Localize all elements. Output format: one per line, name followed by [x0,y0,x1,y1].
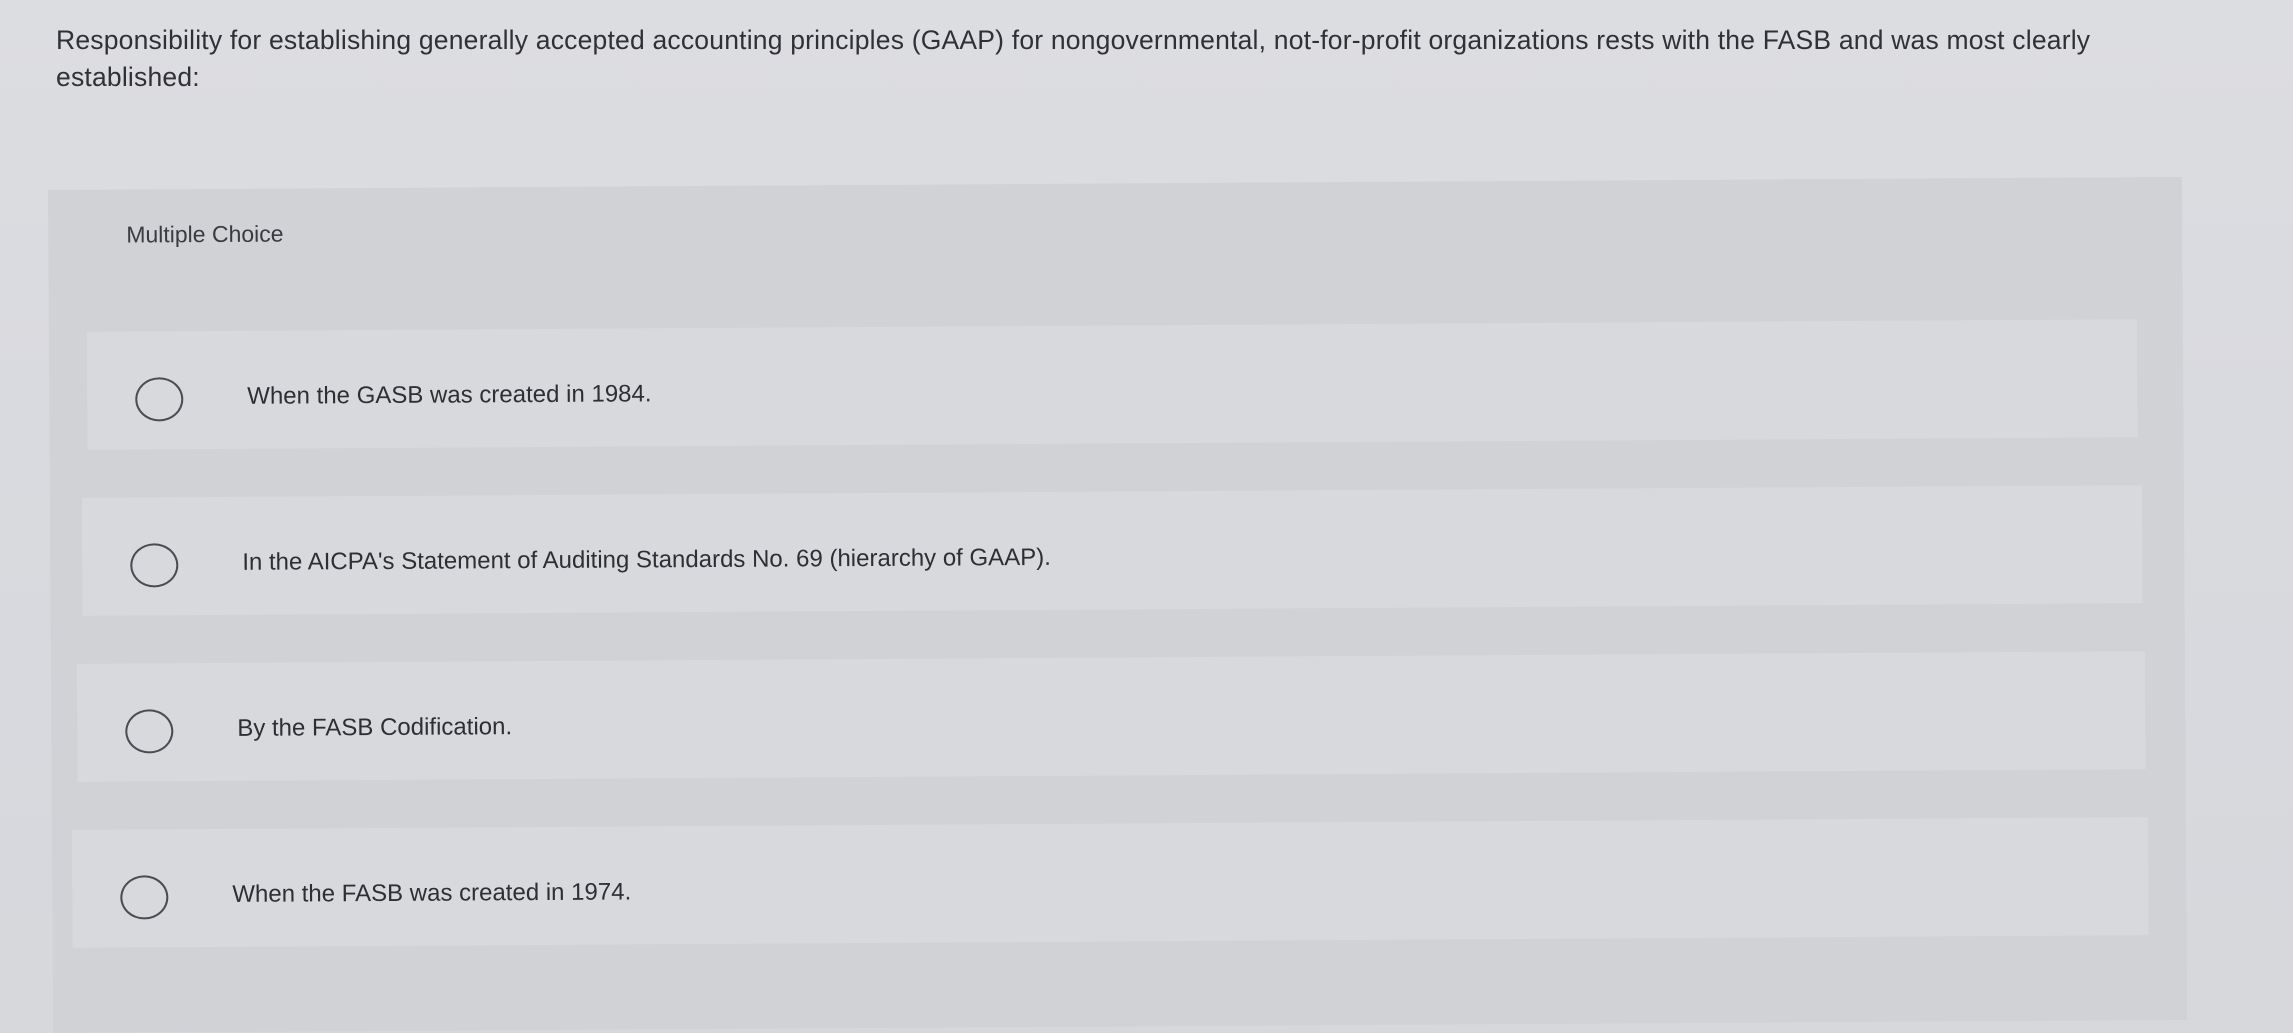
answer-option-label: When the FASB was created in 1974. [232,878,632,908]
answer-option-4[interactable]: When the FASB was created in 1974. [71,817,2149,948]
answer-option-label: When the GASB was created in 1984. [247,380,652,410]
answer-option-label: In the AICPA's Statement of Auditing Sta… [242,543,1051,576]
radio-button-1[interactable] [135,377,184,422]
multiple-choice-label: Multiple Choice [126,220,284,248]
multiple-choice-panel: Multiple Choice When the GASB was create… [48,176,2188,1033]
radio-button-4[interactable] [120,875,169,920]
question-text: Responsibility for establishing generall… [56,25,2091,92]
answer-option-label: By the FASB Codification. [237,713,513,742]
answer-option-1[interactable]: When the GASB was created in 1984. [86,319,2138,450]
radio-button-3[interactable] [125,709,174,754]
answer-option-2[interactable]: In the AICPA's Statement of Auditing Sta… [81,485,2143,616]
answer-option-3[interactable]: By the FASB Codification. [76,651,2146,782]
radio-button-2[interactable] [130,543,179,588]
